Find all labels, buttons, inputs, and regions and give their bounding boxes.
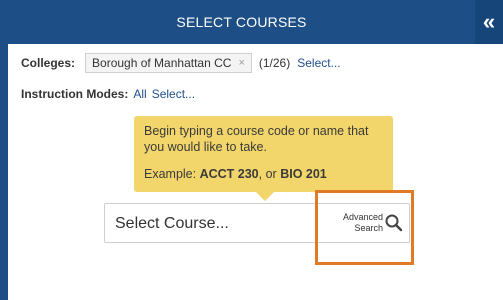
tooltip-example-prefix: Example: — [144, 167, 200, 181]
tooltip-line-1: Begin typing a course code or name that — [144, 124, 369, 138]
instruction-modes-row: Instruction Modes: All Select... — [21, 85, 195, 103]
remove-college-button[interactable]: × — [238, 57, 244, 69]
tooltip-example-b: BIO 201 — [280, 167, 327, 181]
search-hint-tooltip: Begin typing a course code or name that … — [134, 116, 393, 192]
tooltip-arrow — [256, 192, 274, 201]
select-colleges-link[interactable]: Select... — [297, 56, 340, 70]
double-chevron-left-icon: « — [482, 9, 496, 34]
colleges-row: Colleges: Borough of Manhattan CC × (1/2… — [21, 52, 341, 74]
select-modes-link[interactable]: Select... — [152, 87, 195, 101]
tooltip-example-a: ACCT 230 — [199, 167, 259, 181]
college-chip: Borough of Manhattan CC × — [85, 53, 252, 73]
instruction-modes-value: All — [133, 87, 147, 101]
colleges-label: Colleges: — [21, 56, 76, 70]
panel-title: SELECT COURSES — [176, 14, 307, 30]
course-search-input[interactable] — [115, 213, 310, 235]
panel-header: SELECT COURSES — [8, 0, 475, 44]
college-chip-label: Borough of Manhattan CC — [92, 56, 232, 70]
college-count: (1/26) — [258, 56, 291, 70]
tooltip-example-mid: , or — [258, 167, 281, 181]
collapse-panel-button[interactable]: « — [475, 0, 503, 44]
tooltip-example: Example: ACCT 230, or BIO 201 — [144, 166, 383, 182]
highlight-box — [315, 190, 414, 265]
instruction-modes-label: Instruction Modes: — [21, 87, 129, 101]
tooltip-line-2: you would like to take. — [144, 140, 267, 154]
left-border — [0, 0, 8, 300]
